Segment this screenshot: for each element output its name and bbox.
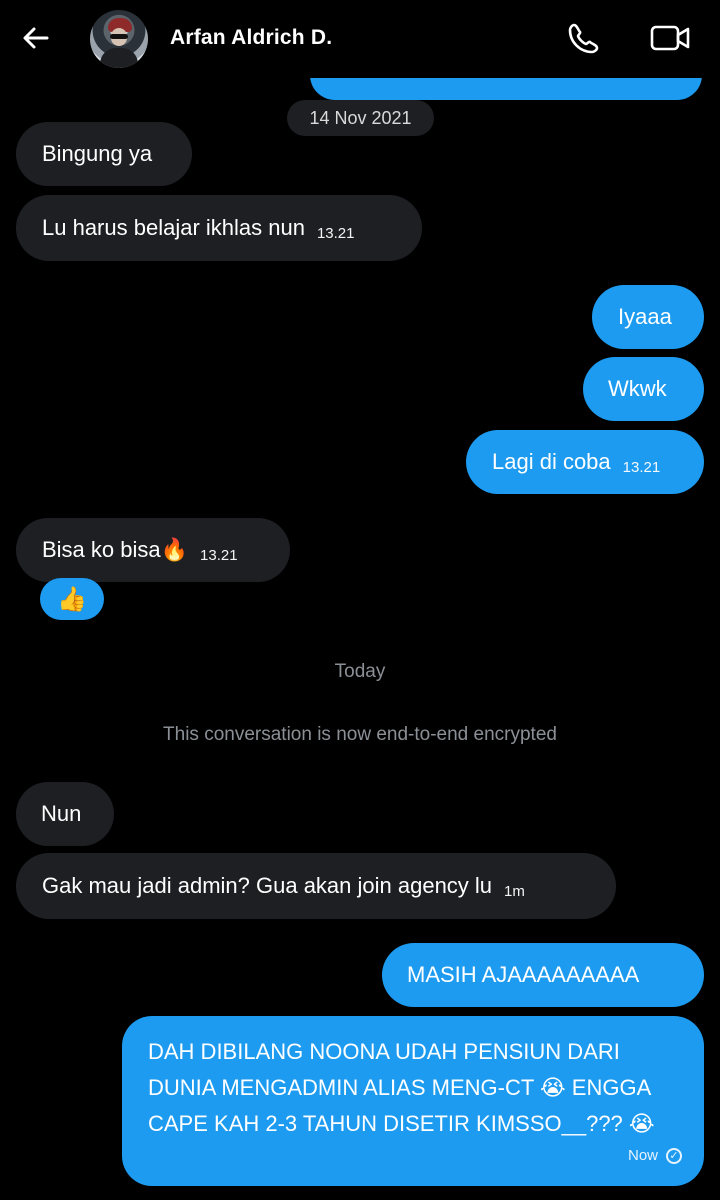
message-text: Bingung ya bbox=[42, 141, 153, 166]
video-camera-icon[interactable] bbox=[648, 20, 692, 56]
message-bubble[interactable]: Bisa ko bisa🔥 13.21 bbox=[16, 518, 290, 582]
message-time: 13.21 bbox=[622, 458, 661, 476]
phone-icon[interactable] bbox=[566, 20, 602, 56]
read-check-icon: ✓ bbox=[666, 1148, 682, 1164]
contact-name[interactable]: Arfan Aldrich D. bbox=[170, 26, 332, 50]
thumbs-up-reaction[interactable]: 👍 bbox=[40, 578, 104, 620]
conversation-header: Arfan Aldrich D. bbox=[0, 0, 720, 78]
message-time: 13.21 bbox=[200, 546, 238, 564]
today-separator: Today bbox=[334, 661, 386, 682]
message-text: Lagi di coba bbox=[492, 449, 611, 474]
message-text: Bisa ko bisa🔥 bbox=[42, 537, 189, 562]
message-bubble[interactable]: Iyaaa bbox=[592, 285, 704, 349]
message-bubble[interactable]: Bingung ya bbox=[16, 122, 192, 186]
message-text: Gak mau jadi admin? Gua akan join agency… bbox=[42, 873, 493, 898]
message-status: Now ✓ bbox=[628, 1138, 682, 1174]
message-time: 1m bbox=[504, 882, 525, 900]
message-bubble[interactable]: Lagi di coba 13.21 bbox=[466, 430, 704, 494]
date-separator: 14 Nov 2021 bbox=[287, 100, 434, 136]
message-text: DAH DIBILANG NOONA UDAH PENSIUN DARI DUN… bbox=[148, 1039, 655, 1136]
message-text: Nun bbox=[41, 801, 82, 826]
message-bubble[interactable]: Gak mau jadi admin? Gua akan join agency… bbox=[16, 853, 616, 919]
message-bubble[interactable]: Lu harus belajar ikhlas nun 13.21 bbox=[16, 195, 422, 261]
message-text: Lu harus belajar ikhlas nun bbox=[42, 215, 305, 240]
message-bubble[interactable]: DAH DIBILANG NOONA UDAH PENSIUN DARI DUN… bbox=[122, 1016, 704, 1186]
message-bubble[interactable]: MASIH AJAAAAAAAAA bbox=[382, 943, 704, 1007]
message-bubble[interactable]: Nun bbox=[16, 782, 114, 846]
message-time: Now bbox=[627, 1147, 658, 1164]
encryption-notice: This conversation is now end-to-end encr… bbox=[163, 724, 557, 745]
message-text: Wkwk bbox=[608, 376, 667, 401]
message-text: MASIH AJAAAAAAAAA bbox=[407, 962, 640, 987]
message-bubble[interactable]: Wkwk bbox=[583, 357, 704, 421]
avatar[interactable] bbox=[90, 10, 148, 68]
message-text: Iyaaa bbox=[618, 304, 672, 329]
message-time: 13.21 bbox=[316, 224, 355, 242]
back-arrow-icon[interactable] bbox=[18, 20, 54, 56]
